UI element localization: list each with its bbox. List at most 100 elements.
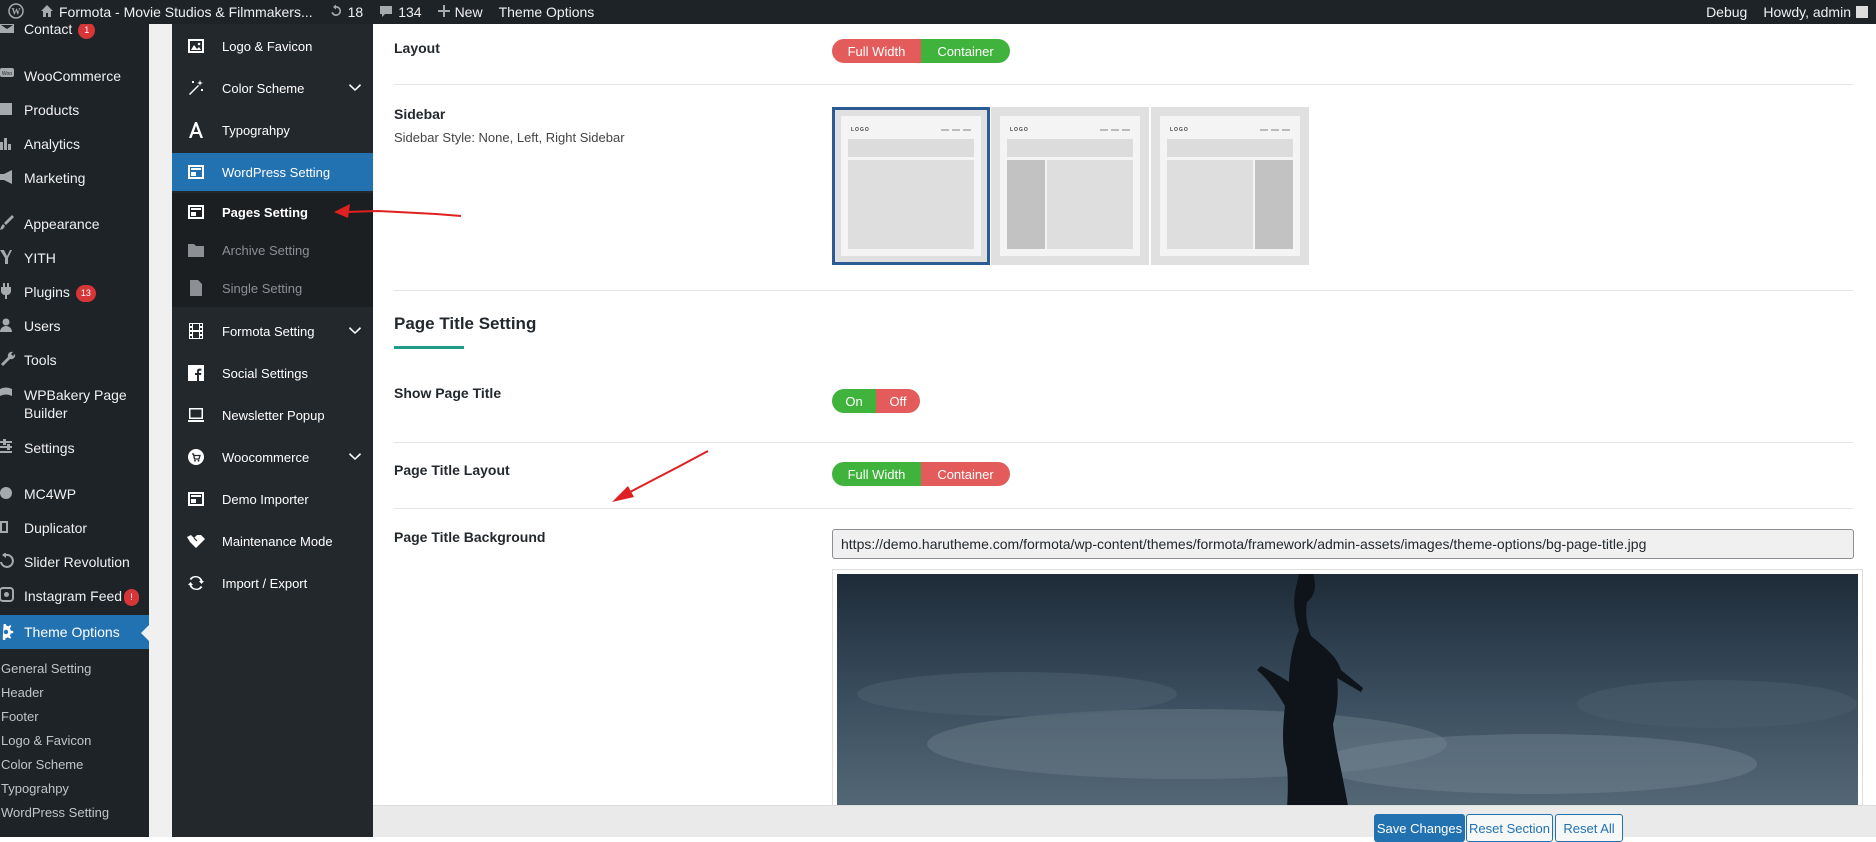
nav-color-scheme[interactable]: Color Scheme — [172, 69, 373, 107]
submenu-wordpress-setting[interactable]: WordPress Setting — [1, 805, 109, 820]
save-changes-button[interactable]: Save Changes — [1374, 814, 1465, 842]
night-silhouette-image — [837, 574, 1858, 832]
menu-item-products[interactable]: Products — [0, 101, 149, 127]
site-name-menu[interactable]: Formota - Movie Studios & Filmmakers... — [32, 0, 321, 24]
menu-item-appearance[interactable]: Appearance — [0, 215, 149, 241]
sidebar-option-right[interactable]: LOGO — [1151, 107, 1309, 265]
menu-label: WooCommerce — [24, 68, 121, 84]
admin-menu: Contact 1 Woo WooCommerce Products Analyt… — [0, 24, 149, 837]
menu-label: Appearance — [24, 216, 100, 232]
chevron-down-icon[interactable] — [349, 81, 361, 96]
comments-menu[interactable]: 134 — [371, 0, 429, 24]
menu-item-marketing[interactable]: Marketing — [0, 169, 149, 195]
archive-icon — [0, 101, 24, 117]
menu-item-theme-options[interactable]: Theme Options — [0, 615, 149, 649]
nav-demo-importer[interactable]: Demo Importer — [172, 480, 373, 518]
page-title-container-button[interactable]: Container — [921, 462, 1010, 486]
background-url-field[interactable]: https://demo.harutheme.com/formota/wp-co… — [832, 529, 1854, 559]
my-account-menu[interactable]: Howdy, admin — [1755, 0, 1876, 24]
chevron-down-icon[interactable] — [349, 324, 361, 339]
nav-label: Color Scheme — [222, 80, 305, 96]
menu-item-slider-revolution[interactable]: Slider Revolution — [0, 553, 149, 579]
menu-item-analytics[interactable]: Analytics — [0, 135, 149, 161]
submenu-footer[interactable]: Footer — [1, 709, 39, 724]
plus-icon — [437, 4, 450, 20]
sidebar-option-left[interactable]: LOGO — [991, 107, 1149, 265]
nav-label: Social Settings — [222, 365, 308, 381]
theme-options-bar-link[interactable]: Theme Options — [491, 0, 603, 24]
nav-logo-favicon[interactable]: Logo & Favicon — [172, 27, 373, 65]
menu-label: Instagram Feed — [24, 588, 123, 604]
submenu-general-setting[interactable]: General Setting — [1, 661, 91, 676]
section-heading: Page Title Setting — [394, 314, 537, 333]
nav-wordpress-setting[interactable]: WordPress Setting — [172, 153, 373, 191]
submenu-typography[interactable]: Typograhpy — [1, 781, 69, 796]
menu-item-plugins[interactable]: Plugins 13 — [0, 283, 149, 309]
menu-item-settings[interactable]: Settings — [0, 439, 149, 465]
gear-icon — [0, 624, 24, 640]
options-footer-bar — [373, 805, 1876, 837]
layout-full-width-button[interactable]: Full Width — [832, 39, 921, 63]
menu-item-mc4wp[interactable]: MC4WP — [0, 485, 149, 511]
wp-logo-menu[interactable]: W — [0, 0, 32, 24]
menu-item-duplicator[interactable]: Duplicator — [0, 519, 149, 545]
theme-options-nav: Logo & Favicon Color Scheme Typograhpy W… — [172, 24, 373, 837]
menu-item-yith[interactable]: YITH — [0, 249, 149, 275]
menu-item-users[interactable]: Users — [0, 317, 149, 343]
sidebar-field-description: Sidebar Style: None, Left, Right Sidebar — [394, 130, 625, 145]
layout-icon — [186, 492, 206, 506]
layout-field-label: Layout — [394, 40, 440, 56]
submenu-header[interactable]: Header — [1, 685, 44, 700]
nav-import-export[interactable]: Import / Export — [172, 564, 373, 602]
megaphone-icon — [0, 169, 24, 185]
divider — [394, 442, 1853, 443]
menu-item-instagram-feed[interactable]: Instagram Feed! — [0, 587, 149, 613]
menu-item-wpbakery[interactable]: WPBakery Page Builder — [0, 386, 149, 430]
svg-text:W: W — [12, 6, 21, 16]
menu-label: MC4WP — [24, 486, 77, 502]
menu-item-woocommerce[interactable]: Woo WooCommerce — [0, 67, 149, 93]
handshake-icon — [186, 534, 206, 548]
nav-newsletter-popup[interactable]: Newsletter Popup — [172, 396, 373, 434]
preview-logo: LOGO — [1010, 127, 1029, 133]
nav-typography[interactable]: Typograhpy — [172, 111, 373, 149]
nav-archive-setting[interactable]: Archive Setting — [172, 231, 373, 269]
admin-bar: W Formota - Movie Studios & Filmmakers..… — [0, 0, 1876, 24]
chevron-down-icon[interactable] — [349, 450, 361, 465]
nav-pages-setting[interactable]: Pages Setting — [172, 193, 373, 231]
page-title-full-width-button[interactable]: Full Width — [832, 462, 921, 486]
laptop-icon — [186, 408, 206, 422]
menu-label: Settings — [24, 440, 75, 456]
mc4wp-icon — [0, 485, 24, 501]
nav-social-settings[interactable]: Social Settings — [172, 354, 373, 392]
wpbakery-icon — [0, 386, 24, 402]
refresh-icon — [0, 553, 24, 569]
new-content-menu[interactable]: New — [430, 0, 491, 24]
nav-single-setting[interactable]: Single Setting — [172, 269, 373, 307]
nav-woocommerce[interactable]: Woocommerce — [172, 438, 373, 476]
nav-label: Pages Setting — [222, 204, 308, 220]
alert-badge: ! — [124, 589, 140, 606]
submenu-logo-favicon[interactable]: Logo & Favicon — [1, 733, 91, 748]
layout-container-button[interactable]: Container — [921, 39, 1010, 63]
menu-item-tools[interactable]: Tools — [0, 351, 149, 377]
submenu-color-scheme[interactable]: Color Scheme — [1, 757, 83, 772]
sidebar-option-none[interactable]: LOGO — [832, 107, 990, 265]
greeting: Howdy, admin — [1763, 4, 1851, 20]
updates-menu[interactable]: 18 — [321, 0, 372, 24]
folder-icon — [186, 243, 206, 257]
reset-section-button[interactable]: Reset Section — [1466, 814, 1553, 842]
divider — [394, 84, 1853, 85]
debug-menu[interactable]: Debug — [1698, 0, 1755, 24]
menu-item-contact[interactable]: Contact 1 — [0, 24, 149, 44]
nav-formota-setting[interactable]: Formota Setting — [172, 312, 373, 350]
new-label: New — [454, 4, 483, 20]
page-title-off-button[interactable]: Off — [876, 389, 920, 413]
show-page-title-label: Show Page Title — [394, 385, 502, 401]
sliders-icon — [0, 439, 24, 455]
page-title-on-button[interactable]: On — [832, 389, 876, 413]
nav-maintenance-mode[interactable]: Maintenance Mode — [172, 522, 373, 560]
update-count-badge: 13 — [75, 285, 96, 302]
cart-icon — [186, 449, 206, 465]
reset-all-button[interactable]: Reset All — [1555, 814, 1623, 842]
